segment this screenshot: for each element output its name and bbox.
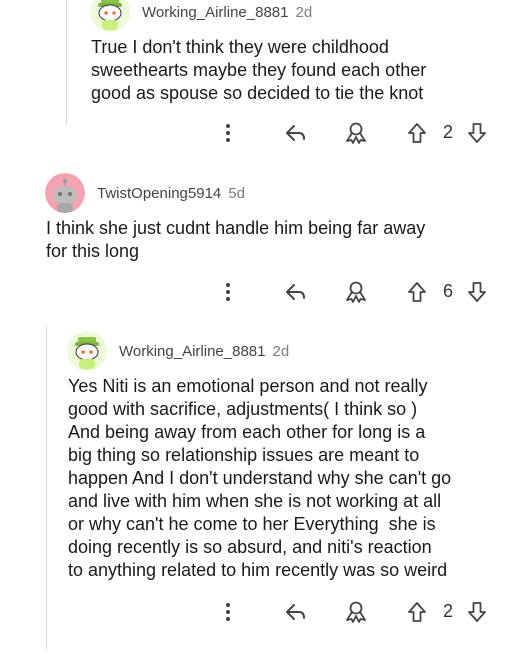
downvote-button[interactable] xyxy=(466,118,488,148)
reply-button[interactable] xyxy=(284,597,308,627)
downvote-icon xyxy=(467,122,487,144)
comment-body: True I don't think they were childhood s… xyxy=(91,37,427,103)
award-button[interactable] xyxy=(344,597,368,627)
comment-actions: 2 xyxy=(0,118,512,148)
more-options-button[interactable] xyxy=(220,118,236,148)
comment-body: I think she just cudnt handle him being … xyxy=(46,218,426,261)
avatar[interactable] xyxy=(45,173,85,213)
upvote-icon xyxy=(407,281,427,303)
avatar[interactable] xyxy=(90,0,130,32)
reply-icon xyxy=(285,282,307,302)
author-name[interactable]: Working_Airline_8881 xyxy=(142,4,288,21)
comment-age: 5d xyxy=(228,184,245,202)
comment-header: Working_Airline_8881 2d xyxy=(90,0,312,32)
vote-score: 2 xyxy=(442,122,453,142)
comment: Working_Airline_8881 2d Yes Niti is an e… xyxy=(0,325,512,655)
vote-score: 2 xyxy=(442,601,453,621)
upvote-icon xyxy=(407,601,427,623)
award-icon xyxy=(344,281,368,303)
reply-button[interactable] xyxy=(284,118,308,148)
award-button[interactable] xyxy=(344,118,368,148)
comment-actions: 2 xyxy=(0,597,512,627)
more-vertical-icon xyxy=(225,123,231,143)
comment-body: Yes Niti is an emotional person and not … xyxy=(68,376,452,580)
avatar[interactable] xyxy=(67,331,107,371)
upvote-button[interactable] xyxy=(406,597,428,627)
upvote-button[interactable] xyxy=(406,118,428,148)
reply-button[interactable] xyxy=(284,277,308,307)
comment: Working_Airline_8881 2d True I don't thi… xyxy=(0,0,512,160)
comment: TwistOpening5914 5d I think she just cud… xyxy=(0,160,512,325)
upvote-button[interactable] xyxy=(406,277,428,307)
comment-age: 2d xyxy=(295,3,313,21)
more-vertical-icon xyxy=(225,602,231,622)
upvote-icon xyxy=(407,122,427,144)
comment-header: Working_Airline_8881 2d xyxy=(67,331,289,371)
reply-icon xyxy=(285,123,307,143)
downvote-button[interactable] xyxy=(466,277,488,307)
award-icon xyxy=(344,122,368,144)
reply-icon xyxy=(285,602,307,622)
comment-actions: 6 xyxy=(0,277,512,307)
award-button[interactable] xyxy=(344,277,368,307)
comment-age: 2d xyxy=(272,342,290,360)
author-name[interactable]: TwistOpening5914 xyxy=(97,185,221,202)
comment-header: TwistOpening5914 5d xyxy=(45,173,245,213)
more-vertical-icon xyxy=(225,282,231,302)
more-options-button[interactable] xyxy=(220,597,236,627)
more-options-button[interactable] xyxy=(220,277,236,307)
downvote-icon xyxy=(467,601,487,623)
author-name[interactable]: Working_Airline_8881 xyxy=(119,343,265,360)
vote-score: 6 xyxy=(442,281,453,301)
award-icon xyxy=(344,601,368,623)
downvote-button[interactable] xyxy=(466,597,488,627)
downvote-icon xyxy=(467,281,487,303)
